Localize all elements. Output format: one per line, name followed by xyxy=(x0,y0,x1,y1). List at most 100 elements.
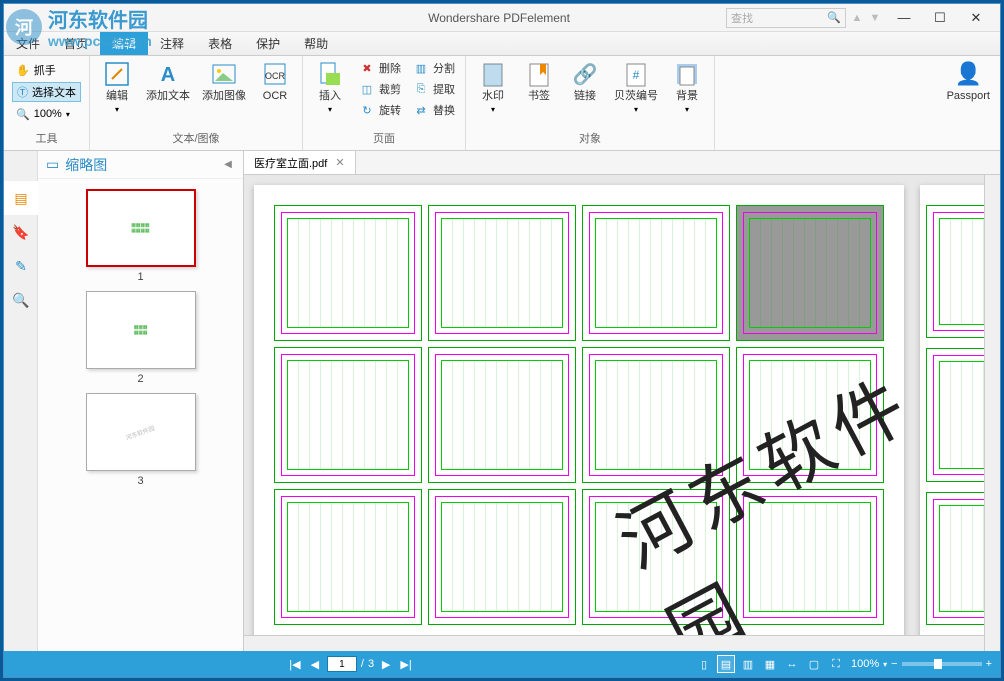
split-button[interactable]: ▥分割 xyxy=(409,58,459,78)
minimize-button[interactable]: — xyxy=(886,7,922,29)
first-page-button[interactable]: |◀ xyxy=(287,658,303,671)
add-text-icon: A xyxy=(154,60,182,88)
close-tab-button[interactable]: ✕ xyxy=(335,156,344,169)
next-page-button[interactable]: ▶ xyxy=(378,658,394,671)
crop-button[interactable]: ◫裁剪 xyxy=(355,79,405,99)
document-viewport[interactable]: 河东软件园 xyxy=(244,175,1000,651)
statusbar: |◀ ◀ / 3 ▶ ▶| ▯ ▤ ▥ ▦ ↔ ▢ ⛶ 100% ▾ − + xyxy=(4,651,1000,677)
replace-button[interactable]: ⇄替换 xyxy=(409,100,459,120)
svg-text:#: # xyxy=(633,68,640,82)
hand-icon: ✋ xyxy=(16,64,30,77)
bookmark-button[interactable]: 书签 xyxy=(518,58,560,130)
zoom-slider[interactable] xyxy=(902,662,982,666)
last-page-button[interactable]: ▶| xyxy=(398,658,414,671)
thumbnail-item[interactable]: 河东软件园 3 xyxy=(86,393,196,487)
current-page-input[interactable] xyxy=(327,656,357,672)
delete-button[interactable]: ✖删除 xyxy=(355,58,405,78)
thumbnail-item[interactable]: ▦▦▦▦▦▦▦▦ 1 xyxy=(86,189,196,283)
background-button[interactable]: 背景 ▾ xyxy=(666,58,708,130)
bookmark-icon xyxy=(525,60,553,88)
add-text-button[interactable]: A 添加文本 xyxy=(142,58,194,130)
sidebar: ▤ 🔖 ✎ 🔍 ▭ 缩略图 ◀ ▦▦▦▦▦▦▦▦ 1 xyxy=(4,151,244,651)
collapse-sidebar-button[interactable]: ◀ xyxy=(221,151,235,179)
pdf-page-1[interactable] xyxy=(254,185,904,645)
thumbnails-panel: ▭ 缩略图 ◀ ▦▦▦▦▦▦▦▦ 1 ▦▦▦▦▦▦ 2 河东软件园 xyxy=(38,151,243,651)
vertical-scrollbar[interactable] xyxy=(984,175,1000,651)
menu-edit[interactable]: 编辑 xyxy=(100,32,148,55)
side-tab-annotations[interactable]: ✎ xyxy=(4,249,38,283)
horizontal-scrollbar[interactable] xyxy=(244,635,984,651)
zoom-value[interactable]: 100% xyxy=(851,658,879,670)
view-continuous-button[interactable]: ▤ xyxy=(717,655,735,673)
side-tabs: ▤ 🔖 ✎ 🔍 xyxy=(4,151,38,651)
menu-file[interactable]: 文件 xyxy=(4,32,52,55)
window-title: Wondershare PDFelement xyxy=(428,11,570,25)
document-tabs: 医疗室立面.pdf ✕ xyxy=(244,151,1000,175)
edit-button[interactable]: 编辑 ▾ xyxy=(96,58,138,130)
hand-tool[interactable]: ✋ 抓手 xyxy=(12,60,81,80)
app-window: Wondershare PDFelement 查找 🔍 ▲ ▼ — ☐ ✕ 文件… xyxy=(3,3,1001,678)
menu-protect[interactable]: 保护 xyxy=(244,32,292,55)
watermark-button[interactable]: 水印 ▾ xyxy=(472,58,514,130)
side-tab-bookmarks[interactable]: 🔖 xyxy=(4,215,38,249)
page-navigation: |◀ ◀ / 3 ▶ ▶| xyxy=(287,656,414,672)
group-label-page: 页面 xyxy=(309,130,459,148)
chevron-down-icon[interactable]: ▾ xyxy=(883,660,887,669)
content-area: ▤ 🔖 ✎ 🔍 ▭ 缩略图 ◀ ▦▦▦▦▦▦▦▦ 1 xyxy=(4,151,1000,651)
close-button[interactable]: ✕ xyxy=(958,7,994,29)
maximize-button[interactable]: ☐ xyxy=(922,7,958,29)
link-button[interactable]: 🔗 链接 xyxy=(564,58,606,130)
rotate-button[interactable]: ↻旋转 xyxy=(355,100,405,120)
thumbnail-item[interactable]: ▦▦▦▦▦▦ 2 xyxy=(86,291,196,385)
total-pages: 3 xyxy=(368,658,374,670)
thumbnails-list[interactable]: ▦▦▦▦▦▦▦▦ 1 ▦▦▦▦▦▦ 2 河东软件园 3 xyxy=(38,179,243,651)
thumbnail-page-3[interactable]: 河东软件园 xyxy=(86,393,196,471)
select-text-tool[interactable]: Ⓣ 选择文本 xyxy=(12,82,81,102)
menu-comment[interactable]: 注释 xyxy=(148,32,196,55)
document-tab[interactable]: 医疗室立面.pdf ✕ xyxy=(244,151,356,174)
chevron-down-icon: ▾ xyxy=(115,105,119,114)
ocr-button[interactable]: OCR OCR xyxy=(254,58,296,130)
thumbnail-page-2[interactable]: ▦▦▦▦▦▦ xyxy=(86,291,196,369)
menu-form[interactable]: 表格 xyxy=(196,32,244,55)
passport-button[interactable]: 👤 Passport xyxy=(943,58,994,130)
magnifier-icon: 🔍 xyxy=(16,108,30,121)
rotate-icon: ↻ xyxy=(359,102,375,118)
annotation-icon: ✎ xyxy=(15,258,27,275)
side-tab-search[interactable]: 🔍 xyxy=(4,283,38,317)
bookmark-tab-icon: 🔖 xyxy=(12,224,29,241)
bates-button[interactable]: # 贝茨编号 ▾ xyxy=(610,58,662,130)
insert-button[interactable]: 插入 ▾ xyxy=(309,58,351,130)
nav-up-icon[interactable]: ▲ xyxy=(850,11,864,25)
fullscreen-button[interactable]: ⛶ xyxy=(827,655,845,673)
prev-page-button[interactable]: ◀ xyxy=(307,658,323,671)
group-label-textimage: 文本/图像 xyxy=(96,130,296,148)
search-input[interactable]: 查找 🔍 xyxy=(726,8,846,28)
extract-button[interactable]: ⎘提取 xyxy=(409,79,459,99)
add-image-button[interactable]: 添加图像 xyxy=(198,58,250,130)
view-mode-buttons: ▯ ▤ ▥ ▦ ↔ ▢ ⛶ xyxy=(695,655,845,673)
add-image-icon xyxy=(210,60,238,88)
menu-help[interactable]: 帮助 xyxy=(292,32,340,55)
zoom-in-button[interactable]: + xyxy=(986,658,992,670)
view-single-button[interactable]: ▯ xyxy=(695,655,713,673)
thumbnails-header: ▭ 缩略图 ◀ xyxy=(38,151,243,179)
fit-width-button[interactable]: ↔ xyxy=(783,655,801,673)
thumbnail-page-1[interactable]: ▦▦▦▦▦▦▦▦ xyxy=(86,189,196,267)
group-label-object: 对象 xyxy=(472,130,708,148)
zoom-tool[interactable]: 🔍 100% ▾ xyxy=(12,104,81,124)
side-tab-thumbnails[interactable]: ▤ xyxy=(4,181,38,215)
thumbnails-title: 缩略图 xyxy=(65,155,107,175)
ocr-icon: OCR xyxy=(261,60,289,88)
main-area: 医疗室立面.pdf ✕ xyxy=(244,151,1000,651)
nav-down-icon[interactable]: ▼ xyxy=(868,11,882,25)
menu-home[interactable]: 首页 xyxy=(52,32,100,55)
thumbnail-number: 3 xyxy=(86,475,196,487)
view-facing-continuous-button[interactable]: ▦ xyxy=(761,655,779,673)
chevron-down-icon: ▾ xyxy=(66,110,70,119)
zoom-slider-thumb[interactable] xyxy=(934,659,942,669)
zoom-out-button[interactable]: − xyxy=(891,658,897,670)
page-icon: ▭ xyxy=(46,156,59,173)
fit-page-button[interactable]: ▢ xyxy=(805,655,823,673)
view-facing-button[interactable]: ▥ xyxy=(739,655,757,673)
